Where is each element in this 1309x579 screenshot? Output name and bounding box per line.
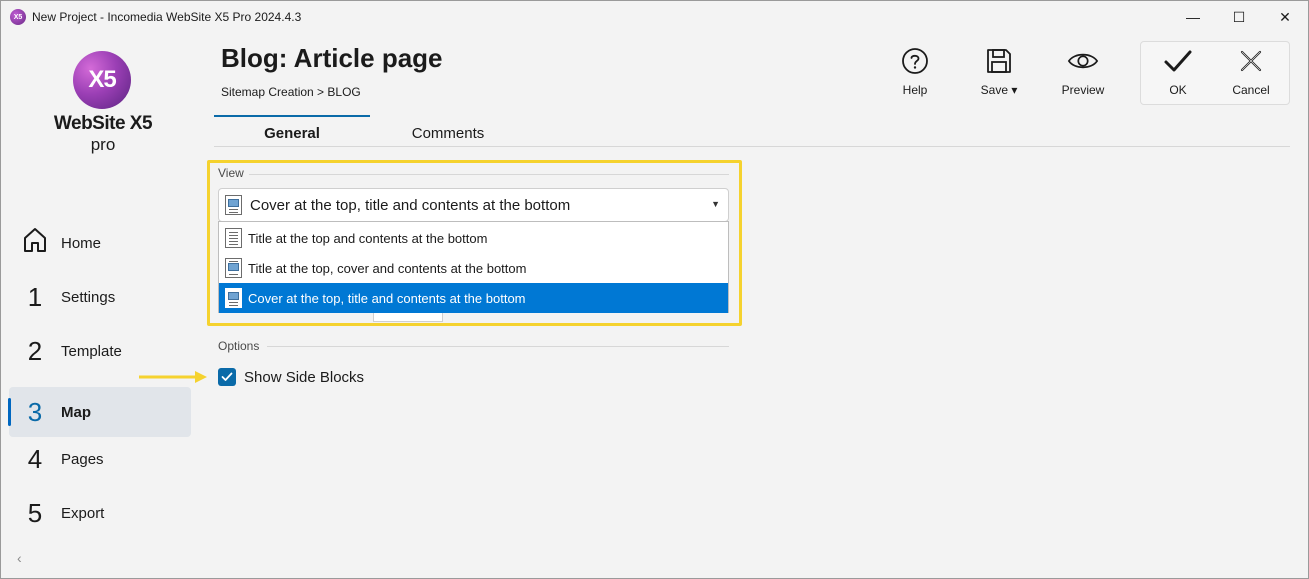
show-side-blocks-row[interactable]: Show Side Blocks — [218, 368, 364, 386]
step-number: 5 — [27, 497, 43, 528]
window-title: New Project - Incomedia WebSite X5 Pro 2… — [32, 10, 302, 24]
sidebar-item-pages[interactable]: 4 Pages — [9, 434, 191, 484]
sidebar-item-label: Export — [61, 504, 105, 522]
preview-button[interactable]: Preview — [1048, 45, 1118, 105]
options-divider — [267, 346, 729, 347]
checkmark-icon — [1162, 45, 1194, 77]
tab-comments[interactable]: Comments — [370, 117, 526, 147]
sidebar-item-label: Home — [61, 234, 102, 252]
save-button[interactable]: Save ▾ — [964, 45, 1034, 105]
logo-edition: pro — [90, 135, 116, 154]
tab-bar: General Comments — [214, 115, 1290, 147]
save-label: Save ▾ — [980, 83, 1018, 97]
step-number: 3 — [27, 396, 43, 427]
sidebar-item-label: Map — [61, 403, 91, 421]
minimize-button[interactable]: — — [1170, 1, 1216, 33]
sidebar-item-home[interactable]: Home — [9, 218, 191, 268]
sidebar-item-settings[interactable]: 1 Settings — [9, 272, 191, 322]
websitex5-logo: X5 WebSite X5 pro — [53, 51, 153, 161]
step-number: 2 — [27, 335, 43, 366]
close-window-button[interactable]: ✕ — [1262, 1, 1308, 33]
save-icon — [983, 45, 1015, 77]
title-bar: X5 New Project - Incomedia WebSite X5 Pr… — [1, 1, 1308, 33]
logo-name: WebSite X5 — [53, 113, 153, 134]
breadcrumb[interactable]: Sitemap Creation > BLOG — [221, 85, 361, 99]
sidebar-item-label: Pages — [61, 450, 104, 468]
home-icon — [21, 227, 49, 260]
tab-general[interactable]: General — [214, 115, 370, 147]
show-side-blocks-checkbox[interactable] — [218, 368, 236, 386]
sidebar-item-label: Template — [61, 342, 122, 360]
annotation-arrow-icon — [139, 371, 207, 383]
sidebar-item-label: Settings — [61, 288, 116, 306]
page-title: Blog: Article page — [221, 43, 443, 73]
step-number: 4 — [27, 443, 43, 474]
sidebar-item-export[interactable]: 5 Export — [9, 488, 191, 538]
sidebar-item-template[interactable]: 2 Template — [9, 326, 191, 376]
cancel-button[interactable]: Cancel — [1216, 45, 1286, 105]
help-button[interactable]: Help — [880, 45, 950, 105]
step-number: 1 — [27, 281, 43, 312]
help-icon — [899, 45, 931, 77]
eye-icon — [1067, 45, 1099, 77]
x-icon — [1235, 45, 1267, 77]
sidebar: X5 WebSite X5 pro Home 1 Settings 2 Temp… — [1, 33, 201, 578]
cancel-label: Cancel — [1232, 83, 1270, 97]
options-section-label: Options — [218, 339, 260, 353]
collapse-sidebar-button[interactable]: ‹ — [17, 550, 22, 566]
annotation-highlight-box — [207, 160, 742, 326]
show-side-blocks-label: Show Side Blocks — [244, 368, 365, 386]
sidebar-item-map[interactable]: 3 Map — [8, 387, 191, 437]
logo-mark: X5 — [73, 51, 131, 109]
preview-label: Preview — [1061, 83, 1105, 97]
maximize-button[interactable]: ☐ — [1216, 1, 1262, 33]
checkmark-icon — [221, 372, 233, 381]
app-icon: X5 — [10, 9, 26, 25]
ok-label: OK — [1169, 83, 1187, 97]
ok-button[interactable]: OK — [1143, 45, 1213, 105]
help-label: Help — [902, 83, 928, 97]
window-controls: — ☐ ✕ — [1170, 1, 1308, 33]
